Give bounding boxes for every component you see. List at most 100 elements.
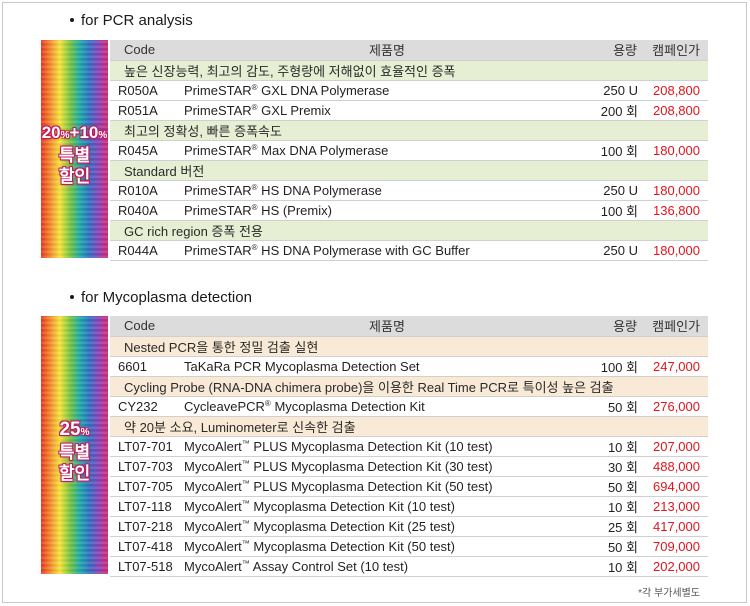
product-quantity: 10 회 <box>592 436 645 457</box>
product-name: PrimeSTAR® GXL Premix <box>182 100 592 121</box>
table-header-row: Code 제품명 용량 캠페인가 <box>110 40 708 61</box>
category-row: Standard 버전 <box>110 160 708 181</box>
product-code: LT07-518 <box>110 556 182 577</box>
column-header-code: Code <box>110 316 182 337</box>
product-quantity: 10 회 <box>592 496 645 517</box>
category-row: 약 20분 소요, Luminometer로 신속한 검출 <box>110 416 708 437</box>
product-name-rest: PLUS Mycoplasma Detection Kit (30 test) <box>249 458 493 474</box>
campaign-price: 417,000 <box>645 516 708 537</box>
product-name: MycoAlert™ PLUS Mycoplasma Detection Kit… <box>182 456 592 477</box>
product-code: R050A <box>110 80 182 101</box>
product-code: LT07-703 <box>110 456 182 477</box>
campaign-price: 247,000 <box>645 356 708 377</box>
product-name-rest: Mycoplasma Detection Kit (25 test) <box>249 518 455 534</box>
myco-discount-word-1: 특별 <box>58 443 91 462</box>
product-name-rest: HS (Premix) <box>257 202 332 218</box>
pcr-section-title: for PCR analysis <box>70 12 193 29</box>
table-row: LT07-118 MycoAlert™ Mycoplasma Detection … <box>110 496 708 517</box>
campaign-price: 208,800 <box>645 80 708 101</box>
product-name-main: PrimeSTAR <box>184 102 252 118</box>
category-label: 약 20분 소요, Luminometer로 신속한 검출 <box>110 416 708 437</box>
trademark-mark: ™ <box>241 518 250 528</box>
table-row: LT07-703 MycoAlert™ PLUS Mycoplasma Detec… <box>110 456 708 477</box>
product-quantity: 50 회 <box>592 396 645 417</box>
table-row: R010A PrimeSTAR® HS DNA Polymerase 250 U 18… <box>110 180 708 201</box>
product-quantity: 30 회 <box>592 456 645 477</box>
product-quantity: 100 회 <box>592 356 645 377</box>
product-name: PrimeSTAR® HS (Premix) <box>182 200 592 221</box>
product-name-main: MycoAlert <box>184 498 242 514</box>
product-name: MycoAlert™ Mycoplasma Detection Kit (10 … <box>182 496 592 517</box>
column-header-qty: 용량 <box>592 40 645 61</box>
table-row: LT07-418 MycoAlert™ Mycoplasma Detection … <box>110 536 708 557</box>
product-name: PrimeSTAR® HS DNA Polymerase <box>182 180 592 201</box>
table-row: R044A PrimeSTAR® HS DNA Polymerase with G… <box>110 240 708 261</box>
product-quantity: 100 회 <box>592 200 645 221</box>
myco-discount-banner: 25% 특별 할인 <box>41 316 108 574</box>
table-row: CY232 CycleavePCR® Mycoplasma Detection K… <box>110 396 708 417</box>
product-name-main: PrimeSTAR <box>184 182 252 198</box>
campaign-price: 136,800 <box>645 200 708 221</box>
product-name: PrimeSTAR® Max DNA Polymerase <box>182 140 592 161</box>
trademark-mark: ™ <box>241 558 250 568</box>
category-label: 최고의 정확성, 빠른 증폭속도 <box>110 120 708 141</box>
table-row: R045A PrimeSTAR® Max DNA Polymerase 100 회1… <box>110 140 708 161</box>
myco-discount-percent: 25% <box>59 419 90 440</box>
product-quantity: 200 회 <box>592 100 645 121</box>
product-code: R045A <box>110 140 182 161</box>
column-header-name: 제품명 <box>182 40 592 61</box>
product-name-rest: GXL Premix <box>257 102 331 118</box>
product-code: CY232 <box>110 396 182 417</box>
category-row: GC rich region 증폭 전용 <box>110 220 708 241</box>
bullet-icon <box>70 294 74 299</box>
product-name-main: TaKaRa PCR Mycoplasma Detection Set <box>184 358 420 374</box>
table-row: LT07-518 MycoAlert™ Assay Control Set (10… <box>110 556 708 577</box>
product-name: MycoAlert™ Mycoplasma Detection Kit (50 … <box>182 536 592 557</box>
product-code: R040A <box>110 200 182 221</box>
product-name: MycoAlert™ PLUS Mycoplasma Detection Kit… <box>182 476 592 497</box>
product-name-main: MycoAlert <box>184 438 242 454</box>
product-code: LT07-705 <box>110 476 182 497</box>
product-name: MycoAlert™ PLUS Mycoplasma Detection Kit… <box>182 436 592 457</box>
campaign-price: 208,800 <box>645 100 708 121</box>
product-quantity: 10 회 <box>592 556 645 577</box>
category-label: 높은 신장능력, 최고의 감도, 주형량에 저해없이 효율적인 증폭 <box>110 60 708 81</box>
product-name-main: PrimeSTAR <box>184 142 252 158</box>
product-name: MycoAlert™ Mycoplasma Detection Kit (25 … <box>182 516 592 537</box>
product-name-rest: HS DNA Polymerase with GC Buffer <box>257 242 470 258</box>
product-name: TaKaRa PCR Mycoplasma Detection Set <box>182 356 592 377</box>
column-header-code: Code <box>110 40 182 61</box>
product-name-rest: Assay Control Set (10 test) <box>249 558 409 574</box>
product-code: LT07-118 <box>110 496 182 517</box>
campaign-price: 213,000 <box>645 496 708 517</box>
trademark-mark: ™ <box>241 478 250 488</box>
product-name: PrimeSTAR® HS DNA Polymerase with GC Buf… <box>182 240 592 261</box>
category-row: 최고의 정확성, 빠른 증폭속도 <box>110 120 708 141</box>
table-row: R050A PrimeSTAR® GXL DNA Polymerase 250 U2… <box>110 80 708 101</box>
column-header-price: 캠페인가 <box>645 40 708 61</box>
table-header-row: Code 제품명 용량 캠페인가 <box>110 316 708 337</box>
pcr-discount-badge: 20%+10% 특별 할인 <box>41 123 108 187</box>
vat-note: *각 부가세별도 <box>638 588 700 599</box>
product-code: LT07-218 <box>110 516 182 537</box>
product-name-rest: Mycoplasma Detection Kit <box>270 398 425 414</box>
campaign-price: 276,000 <box>645 396 708 417</box>
category-row: 높은 신장능력, 최고의 감도, 주형량에 저해없이 효율적인 증폭 <box>110 60 708 81</box>
product-name-main: PrimeSTAR <box>184 242 252 258</box>
product-quantity: 250 U <box>592 240 645 261</box>
column-header-name: 제품명 <box>182 316 592 337</box>
table-row: 6601 TaKaRa PCR Mycoplasma Detection Set 1… <box>110 356 708 377</box>
trademark-mark: ™ <box>241 498 250 508</box>
myco-discount-badge: 25% 특별 할인 <box>41 420 108 484</box>
table-row: LT07-705 MycoAlert™ PLUS Mycoplasma Detec… <box>110 476 708 497</box>
product-code: R044A <box>110 240 182 261</box>
product-name: PrimeSTAR® GXL DNA Polymerase <box>182 80 592 101</box>
product-name: MycoAlert™ Assay Control Set (10 test) <box>182 556 592 577</box>
myco-section-title: for Mycoplasma detection <box>70 289 252 306</box>
product-name-rest: PLUS Mycoplasma Detection Kit (10 test) <box>249 438 493 454</box>
product-name-rest: Mycoplasma Detection Kit (10 test) <box>249 498 455 514</box>
campaign-price: 202,000 <box>645 556 708 577</box>
campaign-price: 207,000 <box>645 436 708 457</box>
campaign-price: 488,000 <box>645 456 708 477</box>
product-code: 6601 <box>110 356 182 377</box>
